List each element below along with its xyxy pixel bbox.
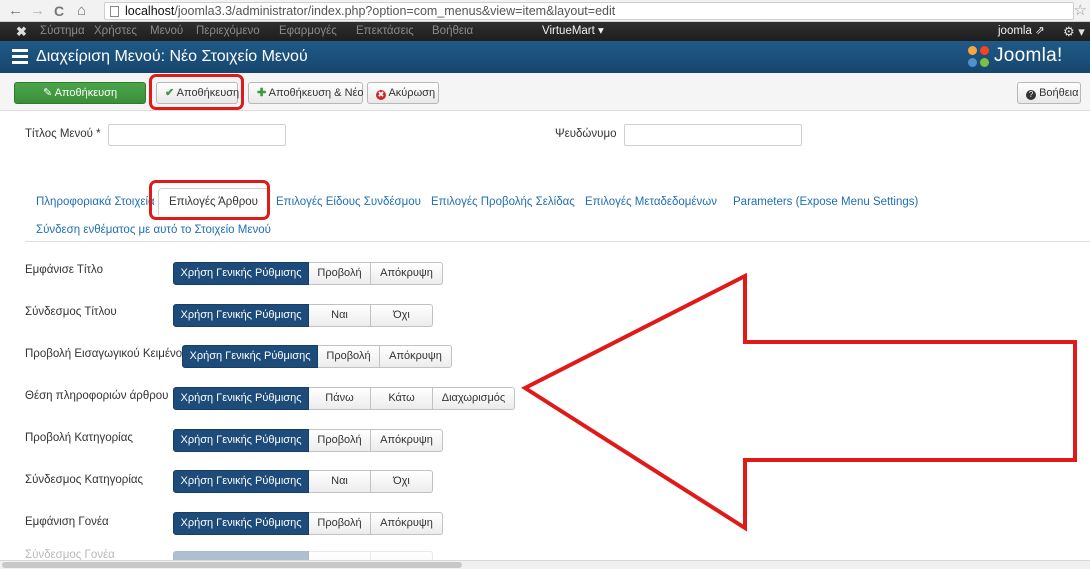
page-header: Διαχείριση Μενού: Νέο Στοιχείο Μενού Joo… [0, 41, 1090, 73]
tab-link-type-options[interactable]: Επιλογές Είδους Συνδέσμου [276, 196, 421, 208]
plus-icon: ✚ [257, 87, 267, 99]
use-global-button[interactable]: Χρήση Γενικής Ρύθμισης [173, 304, 309, 327]
menu-title-label: Τίτλος Μενού * [25, 128, 101, 140]
use-global-button[interactable]: Χρήση Γενικής Ρύθμισης [173, 387, 309, 410]
article-options-tab-highlight [149, 180, 270, 220]
show-button[interactable]: Προβολή [309, 262, 371, 285]
option-toggle-group: Χρήση Γενικής Ρύθμισης Ναι Όχι [173, 304, 433, 327]
page-icon [110, 6, 119, 17]
hide-button[interactable]: Απόκρυψη [380, 345, 452, 368]
hide-button[interactable]: Απόκρυψη [371, 262, 443, 285]
yes-button[interactable]: Ναι [309, 470, 371, 493]
option-toggle-group: Χρήση Γενικής Ρύθμισης Προβολή Απόκρυψη [173, 262, 443, 285]
below-button[interactable]: Κάτω [371, 387, 433, 410]
option-toggle-group: Χρήση Γενικής Ρύθμισης Ναι Όχι [173, 470, 433, 493]
tab-details[interactable]: Πληροφοριακά Στοιχεία [36, 196, 155, 208]
hide-button[interactable]: Απόκρυψη [371, 512, 443, 535]
menu-extensions[interactable]: Επεκτάσεις [356, 22, 414, 41]
option-label: Σύνδεσμος Τίτλου [25, 306, 117, 318]
option-label: Εμφάνιση Γονέα [25, 516, 109, 528]
tab-module-assignment[interactable]: Σύνδεση ενθέματος με αυτό το Στοιχείο Με… [36, 224, 271, 236]
save-button[interactable]: ✎ Αποθήκευση [14, 82, 146, 104]
menu-users[interactable]: Χρήστες [94, 22, 137, 41]
no-button[interactable]: Όχι [371, 304, 433, 327]
show-button[interactable]: Προβολή [309, 512, 371, 535]
joomla-menu-icon[interactable]: ✖ [16, 22, 27, 41]
yes-button[interactable]: Ναι [309, 304, 371, 327]
option-label: Σύνδεσμος Κατηγορίας [25, 474, 144, 486]
page-title: Διαχείριση Μενού: Νέο Στοιχείο Μενού [36, 48, 308, 65]
show-button[interactable]: Προβολή [318, 345, 380, 368]
alias-input[interactable] [624, 124, 802, 146]
use-global-button[interactable]: Χρήση Γενικής Ρύθμισης [173, 262, 309, 285]
save-close-highlight [149, 74, 244, 110]
tab-expose-parameters[interactable]: Parameters (Expose Menu Settings) [733, 196, 918, 208]
help-button-label: Βοήθεια [1039, 87, 1079, 99]
back-icon[interactable]: ← [8, 2, 23, 20]
save-button-label: Αποθήκευση [54, 87, 118, 99]
scrollbar-thumb[interactable] [2, 562, 462, 568]
joomla-logo-mark-icon [968, 46, 990, 68]
horizontal-scrollbar[interactable] [0, 560, 1090, 569]
option-toggle-group: Χρήση Γενικής Ρύθμισης Προβολή Απόκρυψη [173, 429, 443, 452]
joomla-logo-text: Joomla! [994, 45, 1063, 66]
menu-components[interactable]: Εφαρμογές [279, 22, 337, 41]
joomla-logo: Joomla! [968, 44, 1080, 70]
list-icon [12, 49, 28, 64]
home-icon[interactable]: ⌂ [77, 2, 86, 20]
hide-button[interactable]: Απόκρυψη [371, 429, 443, 452]
use-global-button[interactable]: Χρήση Γενικής Ρύθμισης [182, 345, 318, 368]
option-toggle-group: Χρήση Γενικής Ρύθμισης Προβολή Απόκρυψη [182, 345, 452, 368]
save-new-button-label: Αποθήκευση & Νέο [268, 87, 364, 99]
menu-content[interactable]: Περιεχόμενο [196, 22, 260, 41]
admin-top-menu: ✖ Σύστημα Χρήστες Μενού Περιεχόμενο Εφαρ… [0, 22, 1090, 41]
edit-icon: ✎ [42, 87, 53, 99]
alias-label: Ψευδώνυμο [555, 128, 617, 140]
use-global-button[interactable]: Χρήση Γενικής Ρύθμισης [173, 512, 309, 535]
no-button[interactable]: Όχι [371, 470, 433, 493]
help-button[interactable]: ? Βοήθεια [1017, 82, 1081, 104]
menu-menus[interactable]: Μενού [150, 22, 183, 41]
use-global-button[interactable]: Χρήση Γενικής Ρύθμισης [173, 470, 309, 493]
user-menu[interactable]: joomla ⇗ [998, 22, 1045, 41]
option-label: Προβολή Κατηγορίας [25, 432, 133, 444]
menu-system[interactable]: Σύστημα [40, 22, 85, 41]
menu-virtuemart[interactable]: VirtueMart ▾ [542, 22, 604, 41]
cancel-icon: ✖ [376, 90, 386, 100]
split-button[interactable]: Διαχωρισμός [433, 387, 515, 410]
forward-icon[interactable]: → [30, 2, 45, 20]
annotation-arrow-icon [520, 272, 1077, 532]
menu-title-input[interactable] [108, 124, 286, 146]
bookmark-star-icon[interactable]: ☆ [1074, 1, 1087, 19]
url-host: localhost [125, 4, 175, 18]
use-global-button[interactable]: Χρήση Γενικής Ρύθμισης [173, 429, 309, 452]
option-label: Θέση πληροφοριών άρθρου [25, 390, 169, 402]
save-new-button[interactable]: ✚ Αποθήκευση & Νέο [248, 82, 364, 104]
cancel-button-label: Ακύρωση [388, 87, 436, 99]
address-bar[interactable]: localhost/joomla3.3/administrator/index.… [104, 2, 1074, 20]
url-path: /joomla3.3/administrator/index.php?optio… [174, 4, 616, 18]
tab-page-display-options[interactable]: Επιλογές Προβολής Σελίδας [431, 196, 575, 208]
reload-icon[interactable]: C [54, 2, 64, 20]
option-toggle-group: Χρήση Γενικής Ρύθμισης Πάνω Κάτω Διαχωρι… [173, 387, 515, 410]
option-label: Προβολή Εισαγωγικού Κειμένου [25, 348, 189, 360]
tab-divider [25, 241, 1090, 242]
tab-metadata-options[interactable]: Επιλογές Μεταδεδομένων [585, 196, 717, 208]
browser-toolbar: ← → C ⌂ localhost/joomla3.3/administrato… [0, 0, 1090, 22]
show-button[interactable]: Προβολή [309, 429, 371, 452]
option-toggle-group: Χρήση Γενικής Ρύθμισης Προβολή Απόκρυψη [173, 512, 443, 535]
menu-help[interactable]: Βοήθεια [432, 22, 473, 41]
help-icon: ? [1026, 90, 1036, 100]
option-label: Εμφάνισε Τίτλο [25, 264, 104, 276]
settings-gear-icon[interactable]: ⚙ ▾ [1063, 22, 1085, 41]
above-button[interactable]: Πάνω [309, 387, 371, 410]
cancel-button[interactable]: ✖ Ακύρωση [367, 82, 439, 104]
